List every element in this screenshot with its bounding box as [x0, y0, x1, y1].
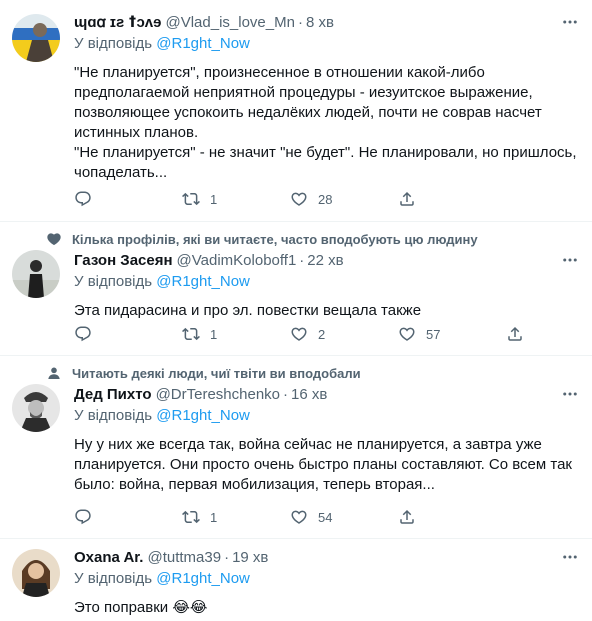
retweet-button[interactable]: 1 [182, 507, 290, 527]
views-count: 57 [426, 326, 441, 342]
avatar[interactable] [12, 549, 60, 597]
retweet-count: 1 [210, 509, 218, 525]
tweet-text: Эта пидарасина и про эл. повестки вещала… [74, 302, 422, 319]
tweet-time[interactable]: 22 хв [307, 252, 343, 269]
like-button[interactable]: 2 [290, 324, 398, 344]
replying-to: У відповідь @R1ght_Now [74, 407, 580, 427]
author-name[interactable]: Газон Засеян [74, 252, 173, 269]
heart-icon [290, 325, 308, 343]
tweet[interactable]: Кілька профілів, які ви читаєте, часто в… [0, 222, 592, 356]
tweet-actions: 1 2 57 [74, 324, 580, 344]
tweet[interactable]: ɰɑꭤ ɪƨ ꝉɔʌɘ @Vlad_is_love_Mn · 8 хв У ві… [0, 0, 592, 222]
tweet-text: Это поправки 😂😂 [74, 599, 208, 616]
social-context-text: Читають деякі люди, чиї твіти ви вподоба… [72, 365, 361, 381]
more-horizontal-icon[interactable] [560, 384, 580, 404]
reply-button[interactable] [74, 189, 182, 209]
reply-mention-link[interactable]: @R1ght_Now [156, 35, 250, 52]
avatar[interactable] [12, 14, 60, 62]
views-button[interactable]: 57 [398, 324, 506, 344]
heart-icon [290, 190, 308, 208]
author-name[interactable]: Дед Пихто [74, 386, 152, 403]
share-icon [398, 508, 416, 526]
retweet-icon [182, 190, 200, 208]
avatar[interactable] [12, 384, 60, 432]
separator-dot: · [297, 13, 303, 31]
separator-dot: · [283, 385, 289, 403]
heart-icon [398, 325, 416, 343]
reply-button[interactable] [74, 324, 182, 344]
more-horizontal-icon[interactable] [560, 547, 580, 567]
like-button[interactable]: 28 [290, 189, 398, 209]
like-button[interactable]: 54 [290, 507, 398, 527]
like-count: 2 [318, 326, 326, 342]
author-handle[interactable]: @Vlad_is_love_Mn [165, 14, 294, 31]
share-button[interactable] [398, 189, 416, 209]
like-count: 54 [318, 509, 333, 525]
reply-button[interactable] [74, 507, 182, 527]
tweet-text: Ну у них же всегда так, война сейчас не … [74, 436, 572, 493]
social-context-text: Кілька профілів, які ви читаєте, часто в… [72, 231, 478, 247]
replying-to: У відповідь @R1ght_Now [74, 35, 580, 55]
tweet-time[interactable]: 8 хв [306, 14, 334, 31]
tweet-actions: 1 54 [74, 507, 580, 527]
avatar[interactable] [12, 250, 60, 298]
person-icon [46, 365, 62, 381]
reply-mention-link[interactable]: @R1ght_Now [156, 570, 250, 587]
reply-prefix: У відповідь [74, 407, 153, 424]
retweet-button[interactable]: 1 [182, 324, 290, 344]
replying-to: У відповідь @R1ght_Now [74, 570, 580, 590]
reply-prefix: У відповідь [74, 273, 153, 290]
reply-prefix: У відповідь [74, 570, 153, 587]
tweet[interactable]: Читають деякі люди, чиї твіти ви вподоба… [0, 356, 592, 539]
separator-dot: · [224, 548, 230, 566]
retweet-count: 1 [210, 191, 218, 207]
author-name[interactable]: Oxana Ar. [74, 549, 143, 566]
retweet-button[interactable]: 1 [182, 189, 290, 209]
heart-icon [46, 231, 62, 247]
retweet-icon [182, 325, 200, 343]
author-handle[interactable]: @tuttma39 [147, 549, 221, 566]
tweet-actions: 1 28 [74, 189, 580, 209]
reply-mention-link[interactable]: @R1ght_Now [156, 273, 250, 290]
reply-bubble-icon [74, 190, 92, 208]
tweet-time[interactable]: 16 хв [291, 386, 327, 403]
more-horizontal-icon[interactable] [560, 12, 580, 32]
separator-dot: · [299, 251, 305, 269]
reply-mention-link[interactable]: @R1ght_Now [156, 407, 250, 424]
reply-bubble-icon [74, 325, 92, 343]
social-context: Читають деякі люди, чиї твіти ви вподоба… [46, 364, 361, 382]
like-count: 28 [318, 191, 333, 207]
heart-icon [290, 508, 308, 526]
share-icon [506, 325, 524, 343]
share-button[interactable] [398, 507, 416, 527]
share-icon [398, 190, 416, 208]
reply-prefix: У відповідь [74, 35, 153, 52]
share-button[interactable] [506, 324, 524, 344]
author-handle[interactable]: @VadimKoloboff1 [177, 252, 297, 269]
tweet[interactable]: Oxana Ar. @tuttma39 · 19 хв У відповідь … [0, 539, 592, 621]
social-context: Кілька профілів, які ви читаєте, часто в… [46, 230, 478, 248]
tweet-time[interactable]: 19 хв [232, 549, 268, 566]
reply-bubble-icon [74, 508, 92, 526]
retweet-count: 1 [210, 326, 218, 342]
author-name[interactable]: ɰɑꭤ ɪƨ ꝉɔʌɘ [74, 12, 161, 32]
author-handle[interactable]: @DrTereshchenko [156, 386, 280, 403]
replying-to: У відповідь @R1ght_Now [74, 273, 580, 293]
more-horizontal-icon[interactable] [560, 250, 580, 270]
retweet-icon [182, 508, 200, 526]
tweet-text: "Не планируется", произнесенное в отноше… [74, 64, 577, 181]
